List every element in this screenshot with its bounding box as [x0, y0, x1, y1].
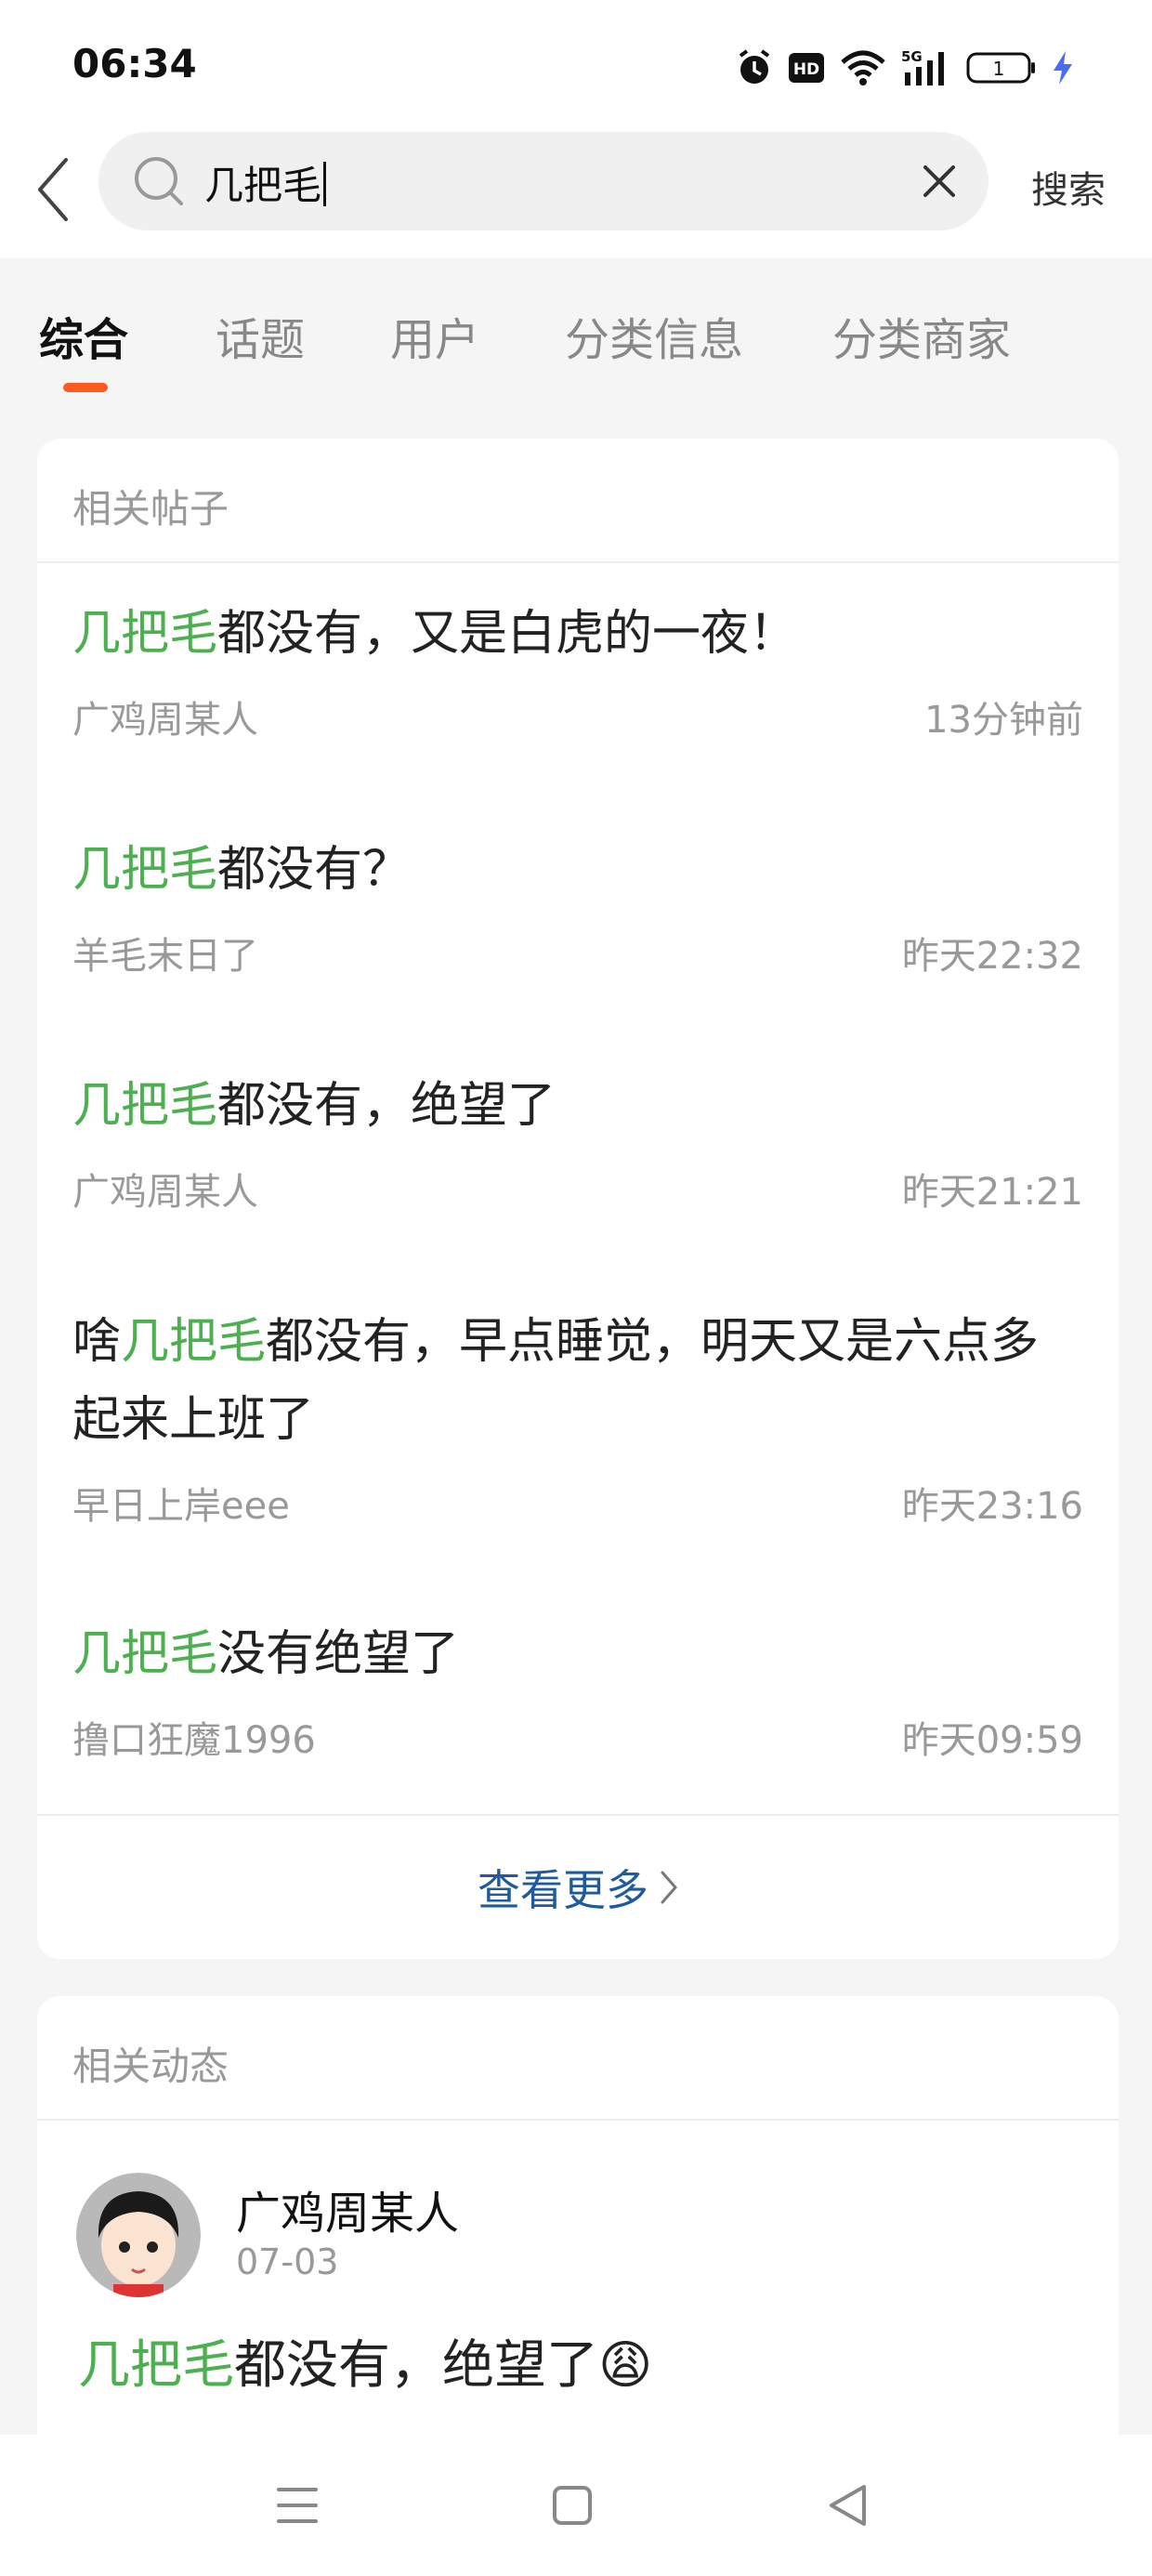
post-title-rest: 都没有，又是白虎的一夜！ [217, 606, 798, 662]
battery-level: 1 [993, 58, 1005, 80]
related-posts-card: 相关帖子 几把毛都没有，又是白虎的一夜！ 广鸡周某人 13分钟前 几把毛都没有？… [37, 439, 1119, 1959]
active-tab-indicator [63, 383, 108, 392]
status-time: 06:34 [72, 41, 197, 86]
post-item[interactable]: 啥几把毛都没有，早点睡觉，明天又是六点多起来上班了 早日上岸eee 昨天23:1… [37, 1271, 1119, 1584]
post-author: 广鸡周某人 [72, 699, 258, 742]
keyword-highlight: 几把毛 [72, 1626, 218, 1682]
post-item[interactable]: 几把毛都没有，又是白虎的一夜！ 广鸡周某人 13分钟前 [37, 563, 1119, 799]
charging-icon [1054, 51, 1072, 85]
related-dynamics-title: 相关动态 [72, 2044, 229, 2089]
post-title: 几把毛没有绝望了 [72, 1615, 1083, 1693]
tab-users[interactable]: 用户 [390, 303, 479, 368]
keyword-highlight: 几把毛 [121, 1314, 267, 1370]
post-item[interactable]: 几把毛都没有？ 羊毛末日了 昨天22:32 [37, 799, 1119, 1035]
post-list: 几把毛都没有，又是白虎的一夜！ 广鸡周某人 13分钟前 几把毛都没有？ 羊毛末日… [37, 563, 1119, 1820]
svg-text:5G: 5G [901, 48, 923, 65]
home-square-icon [553, 2486, 592, 2525]
tab-comprehensive[interactable]: 综合 [39, 303, 128, 368]
wifi-icon [841, 50, 885, 85]
post-time: 昨天23:16 [901, 1485, 1083, 1528]
app-root: 06:34 HD 5G 1 几把毛 搜索 综合 话题 用户 分类信息 分类商家 … [0, 0, 1152, 2576]
back-nav-button[interactable] [810, 2476, 884, 2535]
text-caret [323, 162, 327, 206]
search-input[interactable]: 几把毛 [204, 154, 327, 211]
post-title-rest: 没有绝望了 [217, 1626, 460, 1682]
post-title: 啥几把毛都没有，早点睡觉，明天又是六点多起来上班了 [72, 1303, 1083, 1459]
post-time: 13分钟前 [924, 699, 1083, 742]
battery-icon: 1 [966, 52, 1035, 84]
menu-nav-button[interactable] [260, 2476, 334, 2535]
search-button[interactable]: 搜索 [1031, 160, 1106, 214]
tab-classified-info[interactable]: 分类信息 [565, 303, 743, 368]
post-meta: 广鸡周某人 13分钟前 [72, 682, 1083, 747]
related-dynamics-header: 相关动态 [37, 1996, 1119, 2121]
status-icons: HD 5G 1 [736, 45, 1074, 91]
keyword-highlight: 几把毛 [78, 2335, 234, 2396]
dynamic-username[interactable]: 广鸡周某人 [236, 2176, 459, 2241]
related-posts-title: 相关帖子 [72, 486, 229, 532]
post-meta: 羊毛末日了 昨天22:32 [72, 918, 1083, 983]
view-more-button[interactable]: 查看更多 [37, 1814, 1119, 1959]
signal-5g-icon: 5G [901, 48, 944, 85]
menu-icon [277, 2488, 318, 2523]
clear-search-button[interactable] [912, 154, 966, 208]
back-arrow-icon [38, 158, 68, 221]
avatar-image [76, 2173, 201, 2297]
post-item[interactable]: 几把毛都没有，绝望了 广鸡周某人 昨天21:21 [37, 1035, 1119, 1271]
search-query: 几把毛 [204, 163, 322, 208]
back-triangle-icon [830, 2485, 866, 2526]
post-time: 昨天22:32 [901, 935, 1083, 978]
post-meta: 广鸡周某人 昨天21:21 [72, 1154, 1083, 1219]
tab-bar: 综合 话题 用户 分类信息 分类商家 [0, 258, 1152, 407]
close-icon [923, 165, 955, 197]
post-time: 昨天09:59 [901, 1719, 1083, 1762]
post-title-rest: 都没有，绝望了 [217, 1078, 556, 1134]
post-author: 撸口狂魔1996 [72, 1719, 316, 1762]
search-box[interactable]: 几把毛 [98, 132, 988, 230]
keyword-highlight: 几把毛 [72, 1078, 218, 1134]
tab-topics[interactable]: 话题 [216, 303, 305, 368]
back-button[interactable] [20, 143, 85, 236]
post-author: 广鸡周某人 [72, 1171, 258, 1214]
post-author: 早日上岸eee [72, 1485, 290, 1528]
system-nav-bar [0, 2435, 1152, 2576]
dynamic-content[interactable]: 几把毛都没有，绝望了😩 [78, 2323, 652, 2399]
chevron-right-icon [661, 1871, 677, 1904]
dynamic-date: 07-03 [236, 2241, 339, 2282]
search-header: 几把毛 搜索 [0, 130, 1152, 258]
related-posts-header: 相关帖子 [37, 439, 1119, 563]
dynamic-content-rest: 都没有，绝望了 [234, 2335, 598, 2396]
post-title: 几把毛都没有，绝望了 [72, 1067, 1083, 1145]
post-time: 昨天21:21 [901, 1171, 1083, 1214]
hd-icon: HD [789, 53, 824, 83]
tab-classified-merchants[interactable]: 分类商家 [832, 303, 1011, 368]
post-title: 几把毛都没有？ [72, 831, 1083, 909]
post-title-rest: 都没有？ [217, 842, 412, 898]
emoji-icon: 😩 [598, 2335, 653, 2396]
avatar[interactable] [76, 2173, 201, 2297]
status-bar: 06:34 HD 5G 1 [0, 0, 1152, 130]
post-meta: 撸口狂魔1996 昨天09:59 [72, 1702, 1083, 1768]
post-author: 羊毛末日了 [72, 935, 258, 978]
post-title: 几把毛都没有，又是白虎的一夜！ [72, 595, 1083, 673]
home-nav-button[interactable] [535, 2476, 609, 2535]
post-item[interactable]: 几把毛没有绝望了 撸口狂魔1996 昨天09:59 [37, 1584, 1119, 1820]
alarm-icon [739, 49, 770, 84]
view-more-label: 查看更多 [478, 1865, 648, 1915]
post-meta: 早日上岸eee 昨天23:16 [72, 1468, 1083, 1533]
keyword-highlight: 几把毛 [72, 606, 218, 662]
keyword-highlight: 几把毛 [72, 842, 218, 898]
post-title-prefix: 啥 [72, 1314, 122, 1370]
search-icon [135, 157, 183, 205]
svg-text:HD: HD [793, 60, 819, 79]
